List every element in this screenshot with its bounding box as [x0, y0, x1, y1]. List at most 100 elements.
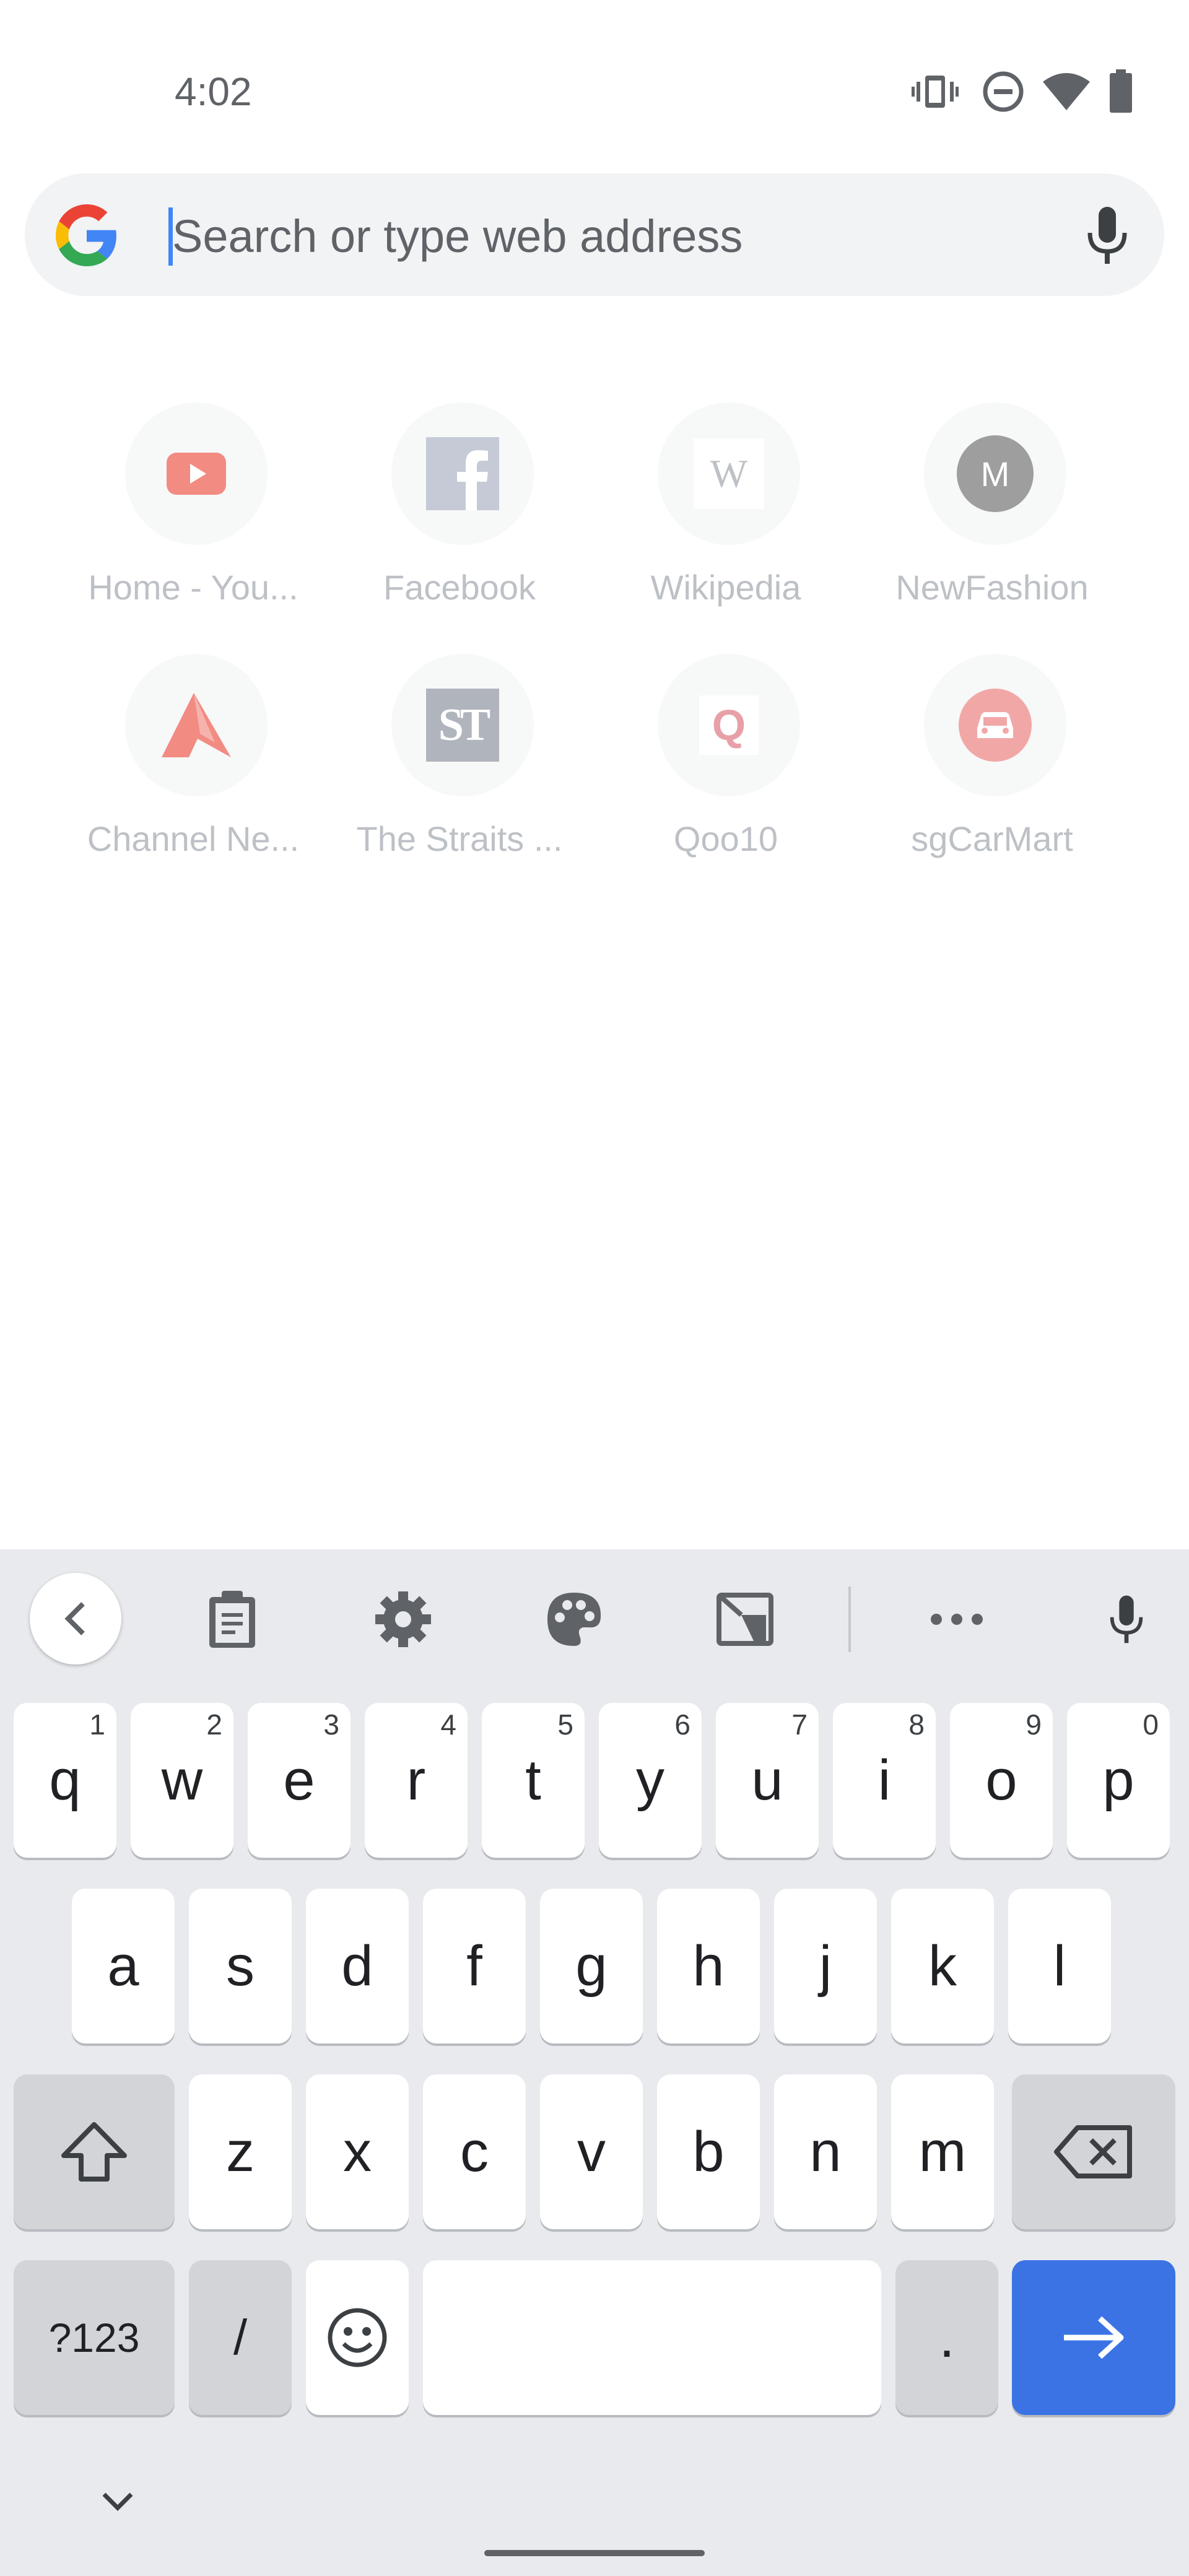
navigation-handle[interactable]: [484, 2550, 705, 2556]
key-label: w: [161, 1748, 203, 1812]
microphone-icon[interactable]: [1078, 204, 1137, 266]
key-label: e: [283, 1748, 315, 1812]
key-z[interactable]: z: [189, 2074, 292, 2229]
qoo10-icon: Q: [658, 654, 800, 796]
key-j[interactable]: j: [774, 1889, 877, 2043]
key-y[interactable]: 6y: [599, 1703, 702, 1858]
shortcut-label: Home - You...: [88, 568, 298, 607]
key-hint: 9: [1026, 1708, 1042, 1741]
clipboard-icon[interactable]: [198, 1585, 266, 1653]
key-label: r: [406, 1748, 426, 1812]
key-o[interactable]: 9o: [950, 1703, 1053, 1858]
key-label: o: [985, 1748, 1017, 1812]
vibrate-icon: [910, 67, 960, 116]
key-hint: 0: [1143, 1708, 1159, 1741]
shortcut-tile-sgcarmart[interactable]: sgCarMart: [881, 654, 1104, 877]
straits-times-icon: ST: [391, 654, 534, 796]
shortcut-label: The Straits ...: [356, 819, 563, 858]
backspace-key[interactable]: [1012, 2074, 1175, 2229]
key-m[interactable]: m: [891, 2074, 994, 2229]
chevron-down-icon[interactable]: [87, 2471, 149, 2533]
back-icon: [51, 1594, 100, 1643]
wikipedia-glyph: W: [694, 438, 764, 509]
shortcut-label: NewFashion: [895, 568, 1089, 607]
qoo10-glyph: Q: [699, 695, 759, 755]
key-w[interactable]: 2w: [131, 1703, 233, 1858]
shortcut-tile-channel-news[interactable]: Channel Ne...: [82, 654, 305, 877]
space-key[interactable]: [423, 2260, 881, 2415]
shortcut-label: Wikipedia: [650, 568, 801, 607]
crop-icon[interactable]: [711, 1585, 779, 1653]
key-e[interactable]: 3e: [248, 1703, 351, 1858]
key-f[interactable]: f: [423, 1889, 526, 2043]
arrow-right-icon: [1061, 2316, 1126, 2359]
wikipedia-icon: W: [658, 402, 800, 545]
key-a[interactable]: a: [72, 1889, 175, 2043]
toolbar-divider: [848, 1586, 851, 1652]
key-hint: 8: [908, 1708, 925, 1741]
keyboard-toolbar-back-button[interactable]: [30, 1573, 121, 1664]
key-t[interactable]: 5t: [482, 1703, 585, 1858]
youtube-icon: [125, 402, 268, 545]
shortcut-tile-youtube[interactable]: Home - You...: [82, 402, 305, 625]
microphone-icon[interactable]: [1092, 1585, 1161, 1653]
palette-icon[interactable]: [540, 1585, 608, 1653]
key-hint: 5: [557, 1708, 573, 1741]
key-hint: 7: [791, 1708, 808, 1741]
google-g-icon: [56, 204, 118, 266]
shortcut-label: Channel Ne...: [87, 819, 300, 858]
shift-icon: [60, 2121, 128, 2183]
key-h[interactable]: h: [657, 1889, 760, 2043]
backspace-icon: [1054, 2124, 1133, 2180]
status-time: 4:02: [175, 69, 252, 114]
key-label: y: [636, 1748, 664, 1812]
emoji-key[interactable]: [306, 2260, 409, 2415]
key-label: i: [878, 1748, 891, 1812]
key-n[interactable]: n: [774, 2074, 877, 2229]
car-icon: [924, 654, 1066, 796]
key-label: q: [49, 1748, 81, 1812]
emoji-icon: [326, 2307, 388, 2369]
shortcut-tile-straits-times[interactable]: ST The Straits ...: [348, 654, 571, 877]
avatar-letter: M: [957, 435, 1034, 512]
shortcut-tile-wikipedia[interactable]: W Wikipedia: [614, 402, 837, 625]
key-hint: 6: [674, 1708, 690, 1741]
key-q[interactable]: 1q: [14, 1703, 116, 1858]
channel-news-icon: [125, 654, 268, 796]
shortcut-tile-newfashion[interactable]: M NewFashion: [881, 402, 1104, 625]
key-l[interactable]: l: [1008, 1889, 1111, 2043]
more-icon[interactable]: [923, 1585, 991, 1653]
key-b[interactable]: b: [657, 2074, 760, 2229]
slash-key[interactable]: /: [189, 2260, 292, 2415]
key-v[interactable]: v: [540, 2074, 643, 2229]
shortcut-label: Facebook: [383, 568, 536, 607]
key-label: p: [1102, 1748, 1135, 1812]
key-x[interactable]: x: [306, 2074, 409, 2229]
key-u[interactable]: 7u: [716, 1703, 819, 1858]
key-s[interactable]: s: [189, 1889, 292, 2043]
key-i[interactable]: 8i: [833, 1703, 936, 1858]
wifi-icon: [1042, 67, 1091, 116]
search-input[interactable]: Search or type web address: [172, 208, 743, 265]
key-label: u: [751, 1748, 783, 1812]
key-d[interactable]: d: [306, 1889, 409, 2043]
key-hint: 4: [440, 1708, 456, 1741]
key-hint: 1: [89, 1708, 105, 1741]
key-k[interactable]: k: [891, 1889, 994, 2043]
key-r[interactable]: 4r: [365, 1703, 468, 1858]
shortcut-tile-facebook[interactable]: Facebook: [348, 402, 571, 625]
shortcut-label: sgCarMart: [911, 819, 1073, 858]
shortcut-label: Qoo10: [673, 819, 778, 858]
letter-avatar-icon: M: [924, 402, 1066, 545]
key-c[interactable]: c: [423, 2074, 526, 2229]
enter-key[interactable]: [1012, 2260, 1175, 2415]
shortcut-tile-qoo10[interactable]: Q Qoo10: [614, 654, 837, 877]
settings-gear-icon[interactable]: [369, 1585, 437, 1653]
key-hint: 3: [323, 1708, 339, 1741]
shift-key[interactable]: [14, 2074, 175, 2229]
period-key[interactable]: .: [895, 2260, 998, 2415]
do-not-disturb-icon: [978, 67, 1028, 116]
symbols-key[interactable]: ?123: [14, 2260, 175, 2415]
key-g[interactable]: g: [540, 1889, 643, 2043]
key-p[interactable]: 0p: [1067, 1703, 1170, 1858]
